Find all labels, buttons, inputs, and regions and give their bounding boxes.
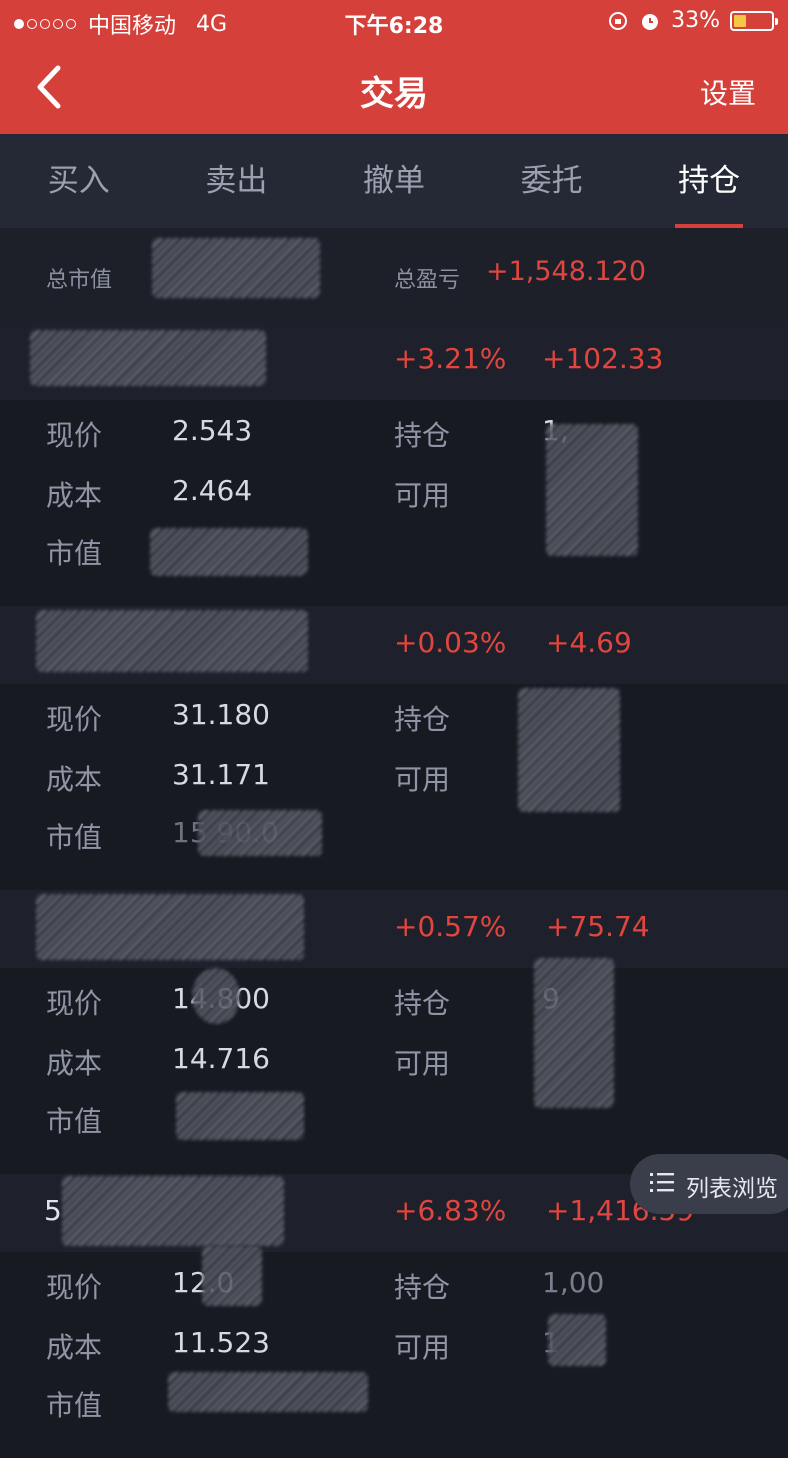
position-change-pct: +6.83%: [394, 1194, 507, 1227]
tab-orders[interactable]: 委托: [473, 134, 631, 228]
list-view-label: 列表浏览: [686, 1176, 778, 1202]
cost-label: 成本: [46, 763, 103, 796]
position-header: +3.21% +102.33: [0, 322, 788, 400]
redacted-market-value: [150, 528, 308, 576]
price-value: 2.543: [172, 414, 253, 447]
battery-icon: [730, 10, 778, 31]
position-change-pct: +3.21%: [394, 342, 507, 375]
page-title: 交易: [360, 74, 428, 114]
redacted-market-value: [168, 1372, 368, 1412]
available-label: 可用: [394, 1047, 451, 1080]
redacted-total-market-value: [152, 238, 320, 298]
cost-label: 成本: [46, 1331, 103, 1364]
position-card[interactable]: +0.03% +4.69 现价 31.180 成本 31.171 市值 15 9…: [0, 606, 788, 890]
market-value-label: 市值: [46, 821, 103, 854]
cost-value: 11.523: [172, 1326, 270, 1359]
cost-label: 成本: [46, 479, 103, 512]
position-profit: +102.33: [542, 342, 664, 375]
alarm-icon: [642, 13, 659, 30]
redacted-position-available: [518, 688, 620, 812]
position-header: +0.03% +4.69: [0, 606, 788, 684]
stock-name: 5: [44, 1194, 62, 1227]
nav-bar: 交易 设置: [0, 44, 788, 134]
position-label: 持仓: [394, 703, 451, 736]
available-label: 可用: [394, 479, 451, 512]
position-value: 1,00: [542, 1266, 605, 1299]
market-value-label: 市值: [46, 1389, 103, 1422]
position-label: 持仓: [394, 1271, 451, 1304]
settings-button[interactable]: 设置: [700, 72, 756, 112]
redacted-price-digit: [202, 1246, 262, 1306]
price-label: 现价: [46, 703, 103, 736]
position-details: 现价 31.180 成本 31.171 市值 15 90.0 持仓 可用: [0, 684, 788, 890]
redacted-position-available: [546, 424, 638, 556]
position-profit: +75.74: [546, 910, 650, 943]
position-label: 持仓: [394, 419, 451, 452]
redacted-stock-name: [36, 610, 308, 672]
price-value: 31.180: [172, 698, 270, 731]
cost-value: 2.464: [172, 474, 253, 507]
account-summary: 总市值 总盈亏 +1,548.120: [0, 228, 788, 322]
position-change-pct: +0.57%: [394, 910, 507, 943]
redacted-available: [548, 1314, 606, 1366]
battery-percent: 33%: [671, 8, 720, 33]
price-label: 现价: [46, 987, 103, 1020]
list-icon: [650, 1173, 674, 1192]
cost-label: 成本: [46, 1047, 103, 1080]
price-label: 现价: [46, 1271, 103, 1304]
cost-value: 31.171: [172, 758, 270, 791]
market-value-label: 市值: [46, 1105, 103, 1138]
total-profit-value: +1,548.120: [486, 256, 647, 287]
position-card[interactable]: +3.21% +102.33 现价 2.543 成本 2.464 市值 持仓 1…: [0, 322, 788, 606]
price-label: 现价: [46, 419, 103, 452]
position-profit: +4.69: [546, 626, 632, 659]
position-label: 持仓: [394, 987, 451, 1020]
redacted-stock-name: [62, 1176, 284, 1246]
total-market-value-label: 总市值: [46, 268, 113, 293]
position-card[interactable]: +0.57% +75.74 现价 14.800 成本 14.716 市值 持仓 …: [0, 890, 788, 1174]
position-card[interactable]: 5 +6.83% +1,416.59 现价 12.0 成本 11.523 市值 …: [0, 1174, 788, 1458]
position-change-pct: +0.03%: [394, 626, 507, 659]
available-label: 可用: [394, 1331, 451, 1364]
market-value-label: 市值: [46, 537, 103, 570]
redacted-market-value: [176, 1092, 304, 1140]
list-view-button[interactable]: 列表浏览: [630, 1154, 788, 1214]
position-header: +0.57% +75.74: [0, 890, 788, 968]
rotation-lock-icon: [609, 11, 628, 30]
tab-sell[interactable]: 卖出: [158, 134, 316, 228]
tab-cancel[interactable]: 撤单: [315, 134, 473, 228]
trade-tabs: 买入 卖出 撤单 委托 持仓: [0, 134, 788, 228]
redacted-market-value: [198, 810, 322, 856]
redacted-stock-name: [36, 894, 304, 960]
redacted-position-available: [534, 958, 614, 1108]
tab-buy[interactable]: 买入: [0, 134, 158, 228]
status-bar: 中国移动 4G 下午6:28 33%: [0, 0, 788, 44]
cost-value: 14.716: [172, 1042, 270, 1075]
redacted-stock-name: [30, 330, 266, 386]
redacted-price-digit: [192, 968, 240, 1024]
total-profit-label: 总盈亏: [394, 268, 461, 293]
available-label: 可用: [394, 763, 451, 796]
position-details: 现价 2.543 成本 2.464 市值 持仓 1, 可用: [0, 400, 788, 606]
position-details: 现价 12.0 成本 11.523 市值 持仓 1,00 可用 1: [0, 1246, 788, 1458]
position-details: 现价 14.800 成本 14.716 市值 持仓 9 可用: [0, 958, 788, 1174]
tab-positions[interactable]: 持仓: [630, 134, 788, 228]
